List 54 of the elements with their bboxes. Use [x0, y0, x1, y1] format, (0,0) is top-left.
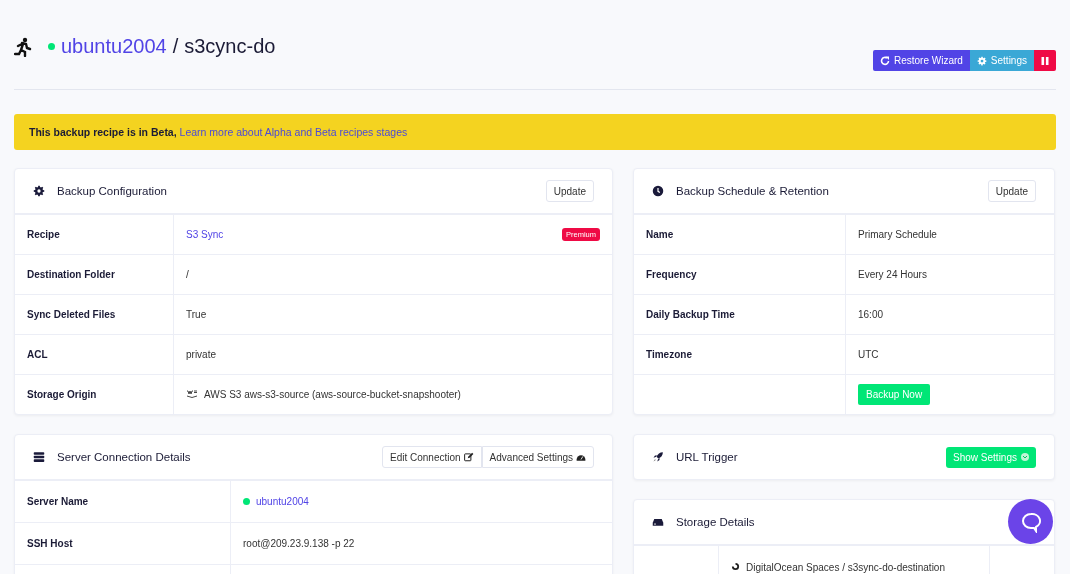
row-value: Every 24 Hours	[858, 269, 927, 280]
row-label: Storage Origin	[27, 389, 97, 400]
row-value: AWS S3 aws-s3-source (aws-source-bucket-snapshooter)	[204, 389, 461, 400]
page-title: s3cync-do	[184, 35, 276, 58]
card-title: Backup Schedule & Retention	[676, 185, 830, 197]
drive-icon	[652, 516, 664, 528]
row-value: UTC	[858, 349, 879, 360]
row-label: Name	[646, 229, 674, 240]
row-value: private	[186, 349, 216, 360]
restore-wizard-button[interactable]: Restore Wizard	[872, 50, 970, 71]
card-title: Storage Details	[676, 516, 756, 528]
clock-icon	[652, 185, 664, 197]
card-title: URL Trigger	[676, 451, 739, 463]
card-title: Server Connection Details	[57, 451, 192, 463]
row-label: Server Name	[27, 496, 89, 507]
learn-more-link[interactable]: Learn more about Alpha and Beta recipes stages	[179, 126, 408, 138]
chevron-down-icon	[1021, 453, 1029, 461]
spaces-logo-icon	[731, 562, 740, 571]
speech-bubble-icon	[1019, 510, 1042, 533]
gear-icon	[33, 185, 45, 197]
recipe-link[interactable]: S3 Sync	[186, 229, 224, 240]
server-link[interactable]: ubuntu2004	[256, 496, 309, 507]
server-icon	[33, 451, 45, 463]
server-link[interactable]: ubuntu2004	[61, 35, 167, 58]
update-button[interactable]: Update	[545, 180, 594, 202]
running-person-icon	[14, 36, 32, 57]
row-label: Frequency	[646, 269, 697, 280]
update-button[interactable]: Update	[987, 180, 1036, 202]
path-separator: /	[172, 35, 179, 58]
pause-button[interactable]	[1034, 50, 1056, 71]
row-label: Destination Folder	[27, 269, 115, 280]
rocket-icon	[652, 451, 664, 463]
row-value: True	[186, 309, 207, 320]
storage-name: DigitalOcean Spaces / s3sync-do-destination	[746, 562, 945, 573]
advanced-settings-button[interactable]: Advanced Settings	[481, 446, 594, 468]
edit-button[interactable]: Edit Connection	[382, 446, 482, 468]
beta-notice: This backup recipe is in Beta, Learn more about Alpha and Beta recipes stages	[14, 114, 1056, 150]
row-label: Recipe	[27, 229, 60, 240]
row-value: 16:00	[858, 309, 884, 320]
row-value: Primary Schedule	[858, 229, 937, 240]
row-label: Daily Backup Time	[646, 309, 735, 320]
row-value: /	[186, 269, 189, 280]
gear-icon	[976, 55, 987, 66]
refresh-icon	[879, 55, 890, 66]
row-label: ACL	[27, 349, 48, 360]
aws-logo-icon	[186, 390, 198, 399]
row-value: root@209.23.9.138 -p 22	[243, 538, 355, 549]
row-label: SSH Host	[27, 538, 73, 549]
row-label: Timezone	[646, 349, 692, 360]
card-title: Backup Configuration	[57, 185, 168, 197]
gauge-icon	[576, 452, 586, 462]
pause-icon	[1040, 55, 1050, 66]
row-label: Sync Deleted Files	[27, 309, 116, 320]
edit-icon	[463, 452, 474, 462]
